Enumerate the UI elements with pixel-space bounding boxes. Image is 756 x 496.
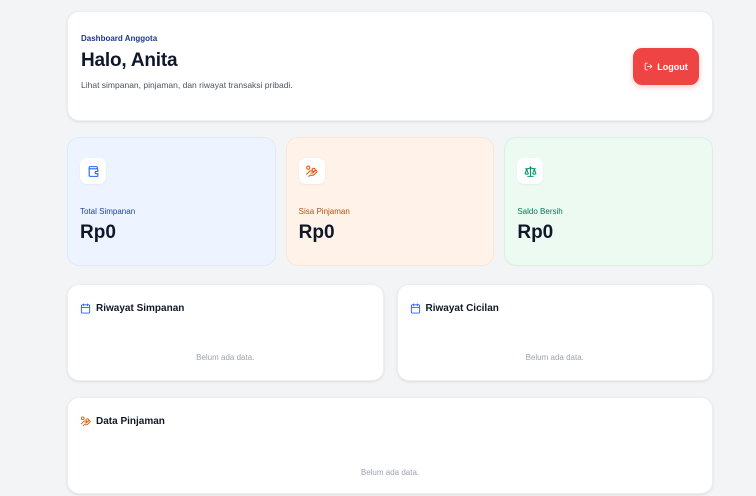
history-row: Riwayat Simpanan Belum ada data. Riwayat… [67,284,713,381]
hand-coins-icon [80,416,91,427]
calendar-icon [80,303,91,314]
empty-state: Belum ada data. [360,468,420,477]
panel-title: Riwayat Simpanan [80,303,371,314]
panel-title-text: Riwayat Cicilan [425,303,499,314]
stat-total-simpanan: Total Simpanan Rp0 [67,137,276,266]
stat-label: Sisa Pinjaman [298,207,350,216]
page-title: Halo, Anita [81,50,178,71]
riwayat-cicilan-panel: Riwayat Cicilan Belum ada data. [396,284,713,381]
empty-state: Belum ada data. [525,353,584,362]
riwayat-simpanan-panel: Riwayat Simpanan Belum ada data. [67,284,384,381]
header-card: Dashboard Anggota Halo, Anita Lihat simp… [67,11,713,121]
scale-icon [524,165,537,177]
stat-label: Total Simpanan [80,207,136,216]
logout-label: Logout [657,61,688,72]
stat-value: Rp0 [298,222,335,243]
calendar-icon [410,303,420,314]
wallet-icon [88,165,98,177]
hand-coins-icon [306,165,318,177]
stat-value: Rp0 [80,222,116,243]
logout-button[interactable]: Logout [633,48,699,85]
panel-title-text: Riwayat Simpanan [96,303,185,314]
panel-title: Riwayat Cicilan [410,303,701,314]
stat-icon-box [80,158,106,184]
panel-title-text: Data Pinjaman [96,416,165,427]
stat-sisa-pinjaman: Sisa Pinjaman Rp0 [285,137,495,266]
dashboard-page: Dashboard Anggota Halo, Anita Lihat simp… [67,11,714,494]
stat-value: Rp0 [517,222,554,243]
stat-label: Saldo Bersih [517,207,563,216]
stat-icon-box [298,158,325,184]
page-subtitle: Lihat simpanan, pinjaman, dan riwayat tr… [81,80,293,90]
panel-title: Data Pinjaman [80,416,700,427]
logout-icon [644,62,653,71]
stats-row: Total Simpanan Rp0 Sisa Pinjaman Rp0 Sal… [67,137,714,266]
stat-saldo-bersih: Saldo Bersih Rp0 [504,137,714,266]
data-pinjaman-panel: Data Pinjaman Belum ada data. [67,397,713,494]
page-eyebrow: Dashboard Anggota [81,34,158,43]
empty-state: Belum ada data. [196,353,255,362]
stat-icon-box [517,158,544,184]
